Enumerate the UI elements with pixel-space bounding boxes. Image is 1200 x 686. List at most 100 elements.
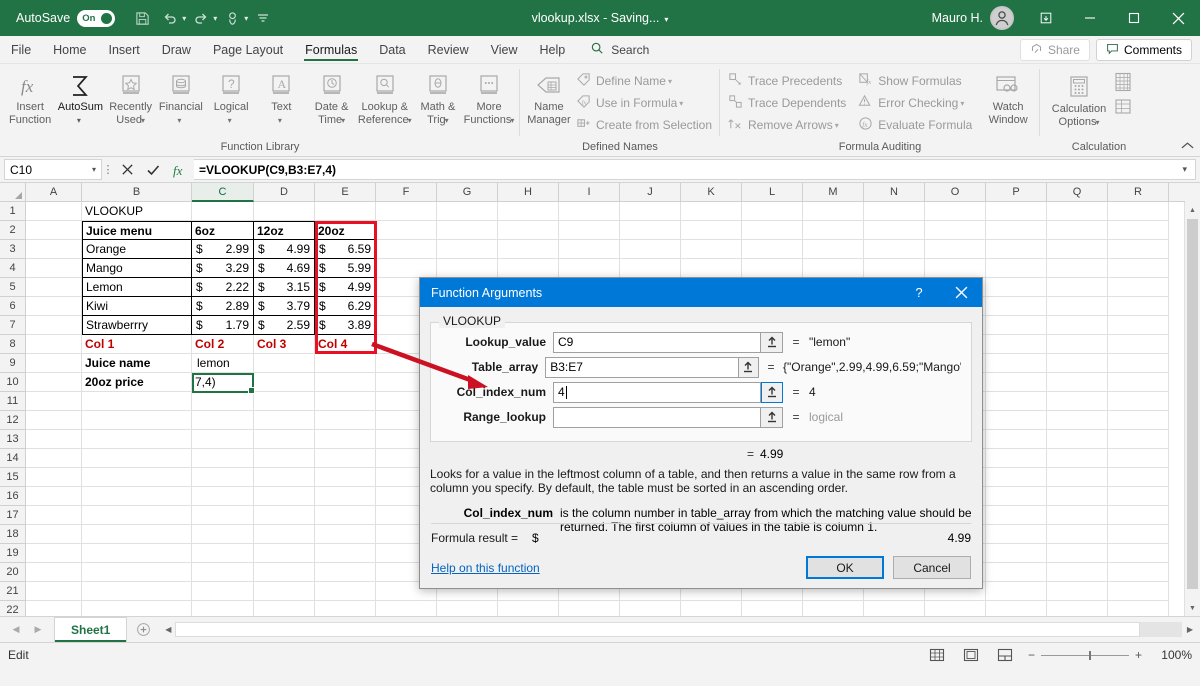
tab-formulas[interactable]: Formulas — [294, 36, 368, 63]
zoom-in-icon[interactable]: + — [1135, 648, 1142, 662]
autosum-chevron-down-icon[interactable]: ▾ — [77, 114, 81, 127]
cell-E1[interactable] — [315, 202, 376, 221]
cell-P19[interactable] — [986, 544, 1047, 563]
autosum-button[interactable]: AutoSum ▾ — [55, 68, 105, 130]
cell-D17[interactable] — [254, 506, 315, 525]
cell-P16[interactable] — [986, 487, 1047, 506]
cell-P22[interactable] — [986, 601, 1047, 616]
cell-A17[interactable] — [26, 506, 82, 525]
hscroll-thumb[interactable] — [175, 622, 1140, 637]
cell-R20[interactable] — [1108, 563, 1169, 582]
cell-E21[interactable] — [315, 582, 376, 601]
chevron-down-icon[interactable]: ▾ — [141, 114, 145, 127]
row-header-12[interactable]: 12 — [0, 411, 26, 430]
cell-E22[interactable] — [315, 601, 376, 616]
cell-E20[interactable] — [315, 563, 376, 582]
collapse-dialog-icon[interactable] — [761, 406, 783, 428]
cell-G3[interactable] — [437, 240, 498, 259]
chevron-down-icon[interactable]: ▾ — [835, 121, 839, 130]
column-header-B[interactable]: B — [82, 183, 192, 202]
cell-E12[interactable] — [315, 411, 376, 430]
cell-B11[interactable] — [82, 392, 192, 411]
cell-H4[interactable] — [498, 259, 559, 278]
title-chevron-down-icon[interactable]: ▾ — [664, 15, 668, 24]
select-all-corner[interactable] — [0, 183, 26, 202]
cell-B19[interactable] — [82, 544, 192, 563]
cell-P6[interactable] — [986, 297, 1047, 316]
cell-Q17[interactable] — [1047, 506, 1108, 525]
watch-window-button[interactable]: Watch Window — [981, 68, 1035, 130]
cell-I1[interactable] — [559, 202, 620, 221]
calculate-sheet-icon[interactable] — [1113, 98, 1133, 119]
cell-E5[interactable]: $4.99 — [315, 278, 376, 297]
cell-M1[interactable] — [803, 202, 864, 221]
undo-chevron-down-icon[interactable]: ▾ — [182, 14, 186, 23]
cell-A4[interactable] — [26, 259, 82, 278]
column-header-G[interactable]: G — [437, 183, 498, 202]
page-layout-view-icon[interactable] — [960, 648, 982, 662]
formula-bar-chevron-down-icon[interactable]: ▾ — [1182, 164, 1190, 175]
cell-P12[interactable] — [986, 411, 1047, 430]
row-header-7[interactable]: 7 — [0, 316, 26, 335]
cell-E18[interactable] — [315, 525, 376, 544]
remove-arrows-button[interactable]: Remove Arrows ▾ — [725, 114, 849, 136]
cell-C15[interactable] — [192, 468, 254, 487]
logical-button[interactable]: ? Logical ▾ — [206, 68, 256, 130]
cell-F4[interactable] — [376, 259, 437, 278]
cell-G2[interactable] — [437, 221, 498, 240]
column-header-O[interactable]: O — [925, 183, 986, 202]
cell-P13[interactable] — [986, 430, 1047, 449]
tab-draw[interactable]: Draw — [151, 36, 202, 63]
cell-Q4[interactable] — [1047, 259, 1108, 278]
cell-Q16[interactable] — [1047, 487, 1108, 506]
cell-P1[interactable] — [986, 202, 1047, 221]
cell-R3[interactable] — [1108, 240, 1169, 259]
lookup-reference-button[interactable]: Lookup & Reference ▾ — [357, 68, 413, 130]
cell-B21[interactable] — [82, 582, 192, 601]
cell-B13[interactable] — [82, 430, 192, 449]
cell-Q3[interactable] — [1047, 240, 1108, 259]
use-in-formula-button[interactable]: fx Use in Formula ▾ — [573, 92, 715, 114]
document-title[interactable]: vlookup.xlsx - Saving... — [532, 11, 660, 25]
cancel-x-icon[interactable] — [114, 159, 140, 180]
redo-icon[interactable] — [188, 5, 214, 31]
cell-Q18[interactable] — [1047, 525, 1108, 544]
cell-E8[interactable]: Col 4 — [315, 335, 376, 354]
cell-E16[interactable] — [315, 487, 376, 506]
column-header-L[interactable]: L — [742, 183, 803, 202]
column-header-R[interactable]: R — [1108, 183, 1169, 202]
zoom-slider[interactable]: − + — [1028, 648, 1142, 662]
chevron-down-icon[interactable]: ▾ — [668, 77, 672, 86]
cell-D16[interactable] — [254, 487, 315, 506]
zoom-level[interactable]: 100% — [1154, 648, 1192, 662]
cell-K3[interactable] — [681, 240, 742, 259]
cell-Q20[interactable] — [1047, 563, 1108, 582]
cell-B16[interactable] — [82, 487, 192, 506]
cell-B22[interactable] — [82, 601, 192, 616]
cell-Q13[interactable] — [1047, 430, 1108, 449]
cell-F3[interactable] — [376, 240, 437, 259]
cell-O3[interactable] — [925, 240, 986, 259]
cell-N1[interactable] — [864, 202, 925, 221]
cell-P10[interactable] — [986, 373, 1047, 392]
cell-C9[interactable]: lemon — [192, 354, 254, 373]
cell-R9[interactable] — [1108, 354, 1169, 373]
search-box[interactable]: Search — [590, 36, 649, 63]
cell-C16[interactable] — [192, 487, 254, 506]
row-header-9[interactable]: 9 — [0, 354, 26, 373]
cell-P15[interactable] — [986, 468, 1047, 487]
cell-H1[interactable] — [498, 202, 559, 221]
cell-R14[interactable] — [1108, 449, 1169, 468]
cell-B14[interactable] — [82, 449, 192, 468]
cell-E3[interactable]: $6.59 — [315, 240, 376, 259]
row-header-10[interactable]: 10 — [0, 373, 26, 392]
cell-R10[interactable] — [1108, 373, 1169, 392]
cell-R8[interactable] — [1108, 335, 1169, 354]
cell-E6[interactable]: $6.29 — [315, 297, 376, 316]
column-header-P[interactable]: P — [986, 183, 1047, 202]
cell-D3[interactable]: $4.99 — [254, 240, 315, 259]
cell-C5[interactable]: $2.22 — [192, 278, 254, 297]
tab-file[interactable]: File — [0, 36, 42, 63]
cell-K1[interactable] — [681, 202, 742, 221]
evaluate-formula-button[interactable]: fx Evaluate Formula — [855, 114, 975, 136]
